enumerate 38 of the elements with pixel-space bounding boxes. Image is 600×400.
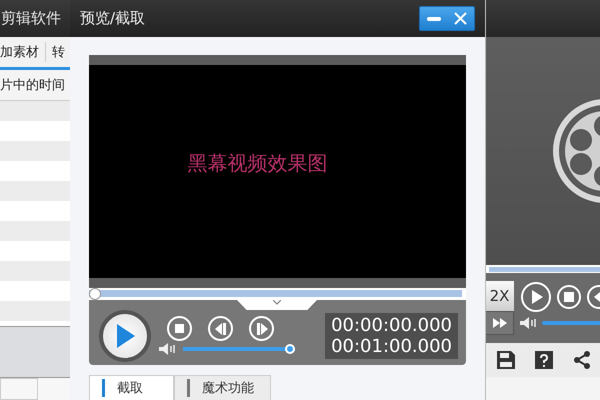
stop-icon bbox=[175, 324, 184, 333]
minimize-icon bbox=[426, 16, 440, 20]
current-time: 00:00:00.000 bbox=[331, 314, 452, 336]
toolbar-item[interactable]: 转 bbox=[52, 43, 65, 61]
volume-slider[interactable] bbox=[542, 321, 600, 325]
save-icon[interactable] bbox=[497, 351, 515, 369]
speaker-icon[interactable] bbox=[159, 343, 177, 355]
tab[interactable]: 魔术功能 bbox=[174, 375, 271, 400]
dialog-title: 预览/截取 bbox=[80, 9, 146, 28]
tab[interactable]: 截取 bbox=[89, 375, 174, 400]
speaker-icon[interactable] bbox=[520, 317, 538, 329]
volume-track[interactable] bbox=[183, 344, 295, 354]
speed-button[interactable]: 2X bbox=[485, 281, 514, 311]
total-time: 00:01:00.000 bbox=[331, 336, 452, 356]
fast-forward-icon bbox=[492, 318, 506, 328]
stop-button[interactable] bbox=[556, 284, 582, 310]
volume-handle[interactable] bbox=[285, 344, 295, 354]
chevron-down-icon[interactable] bbox=[273, 300, 281, 305]
stop-button[interactable] bbox=[167, 316, 192, 341]
play-icon bbox=[115, 324, 135, 348]
video-caption: 黑幕视频效果图 bbox=[188, 150, 328, 177]
share-icon[interactable] bbox=[573, 351, 591, 369]
field-frame bbox=[0, 378, 38, 400]
previous-button[interactable] bbox=[586, 284, 600, 310]
progress-track[interactable] bbox=[89, 288, 462, 300]
help-icon[interactable] bbox=[535, 351, 553, 369]
step-back-icon bbox=[214, 322, 226, 334]
previous-frame-button[interactable] bbox=[208, 316, 233, 341]
close-icon bbox=[454, 12, 467, 25]
panel-background bbox=[0, 326, 70, 378]
window-title: 剪辑软件 bbox=[1, 9, 61, 28]
next-frame-button[interactable] bbox=[249, 316, 274, 341]
column-header: 片中的时间 bbox=[0, 70, 70, 101]
step-forward-icon bbox=[256, 322, 268, 334]
toolbar-item[interactable]: 加素材 bbox=[0, 43, 39, 61]
progress-handle[interactable] bbox=[89, 288, 101, 300]
play-button[interactable] bbox=[99, 310, 151, 362]
fast-forward-button[interactable] bbox=[485, 311, 514, 335]
